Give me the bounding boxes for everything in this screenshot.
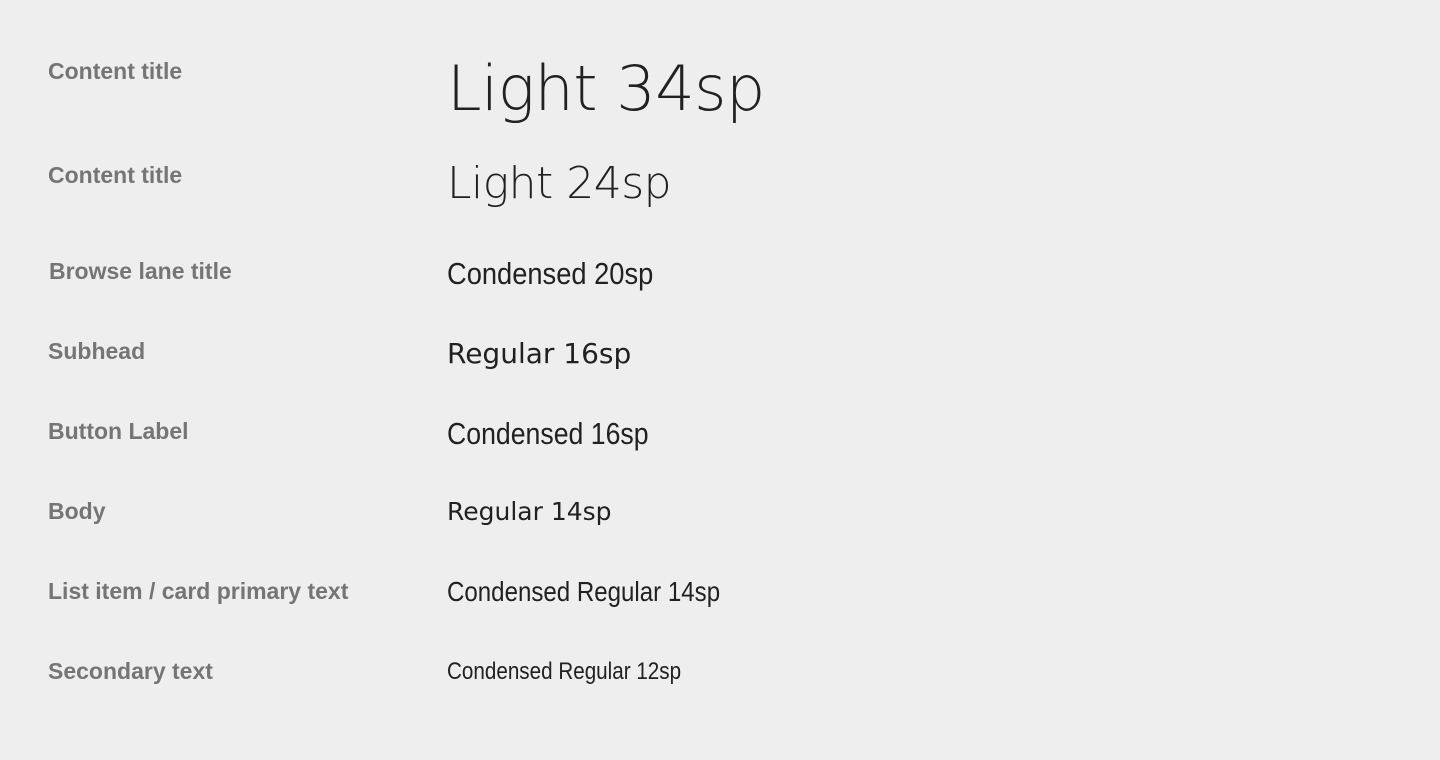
type-sample: Condensed 20sp bbox=[447, 256, 654, 291]
style-name-label: Button Label bbox=[48, 418, 189, 444]
typography-spec-sheet: Content title Light 34sp Content title L… bbox=[0, 0, 1440, 760]
type-sample: Regular 14sp bbox=[447, 497, 612, 526]
type-sample: Light 24sp bbox=[447, 158, 672, 209]
style-name-label: Body bbox=[48, 498, 106, 524]
style-name-label: Browse lane title bbox=[49, 258, 232, 284]
style-name-label: Subhead bbox=[48, 338, 146, 364]
type-sample: Condensed Regular 12sp bbox=[447, 658, 682, 685]
type-sample: Condensed 16sp bbox=[447, 416, 649, 451]
style-name-label: Content title bbox=[48, 58, 183, 84]
style-name-label: Secondary text bbox=[48, 658, 213, 684]
style-name-label: List item / card primary text bbox=[48, 578, 349, 604]
type-sample: Condensed Regular 14sp bbox=[447, 576, 721, 607]
type-sample: Light 34sp bbox=[447, 52, 765, 125]
style-name-label: Content title bbox=[48, 162, 183, 188]
type-sample: Regular 16sp bbox=[447, 337, 632, 370]
